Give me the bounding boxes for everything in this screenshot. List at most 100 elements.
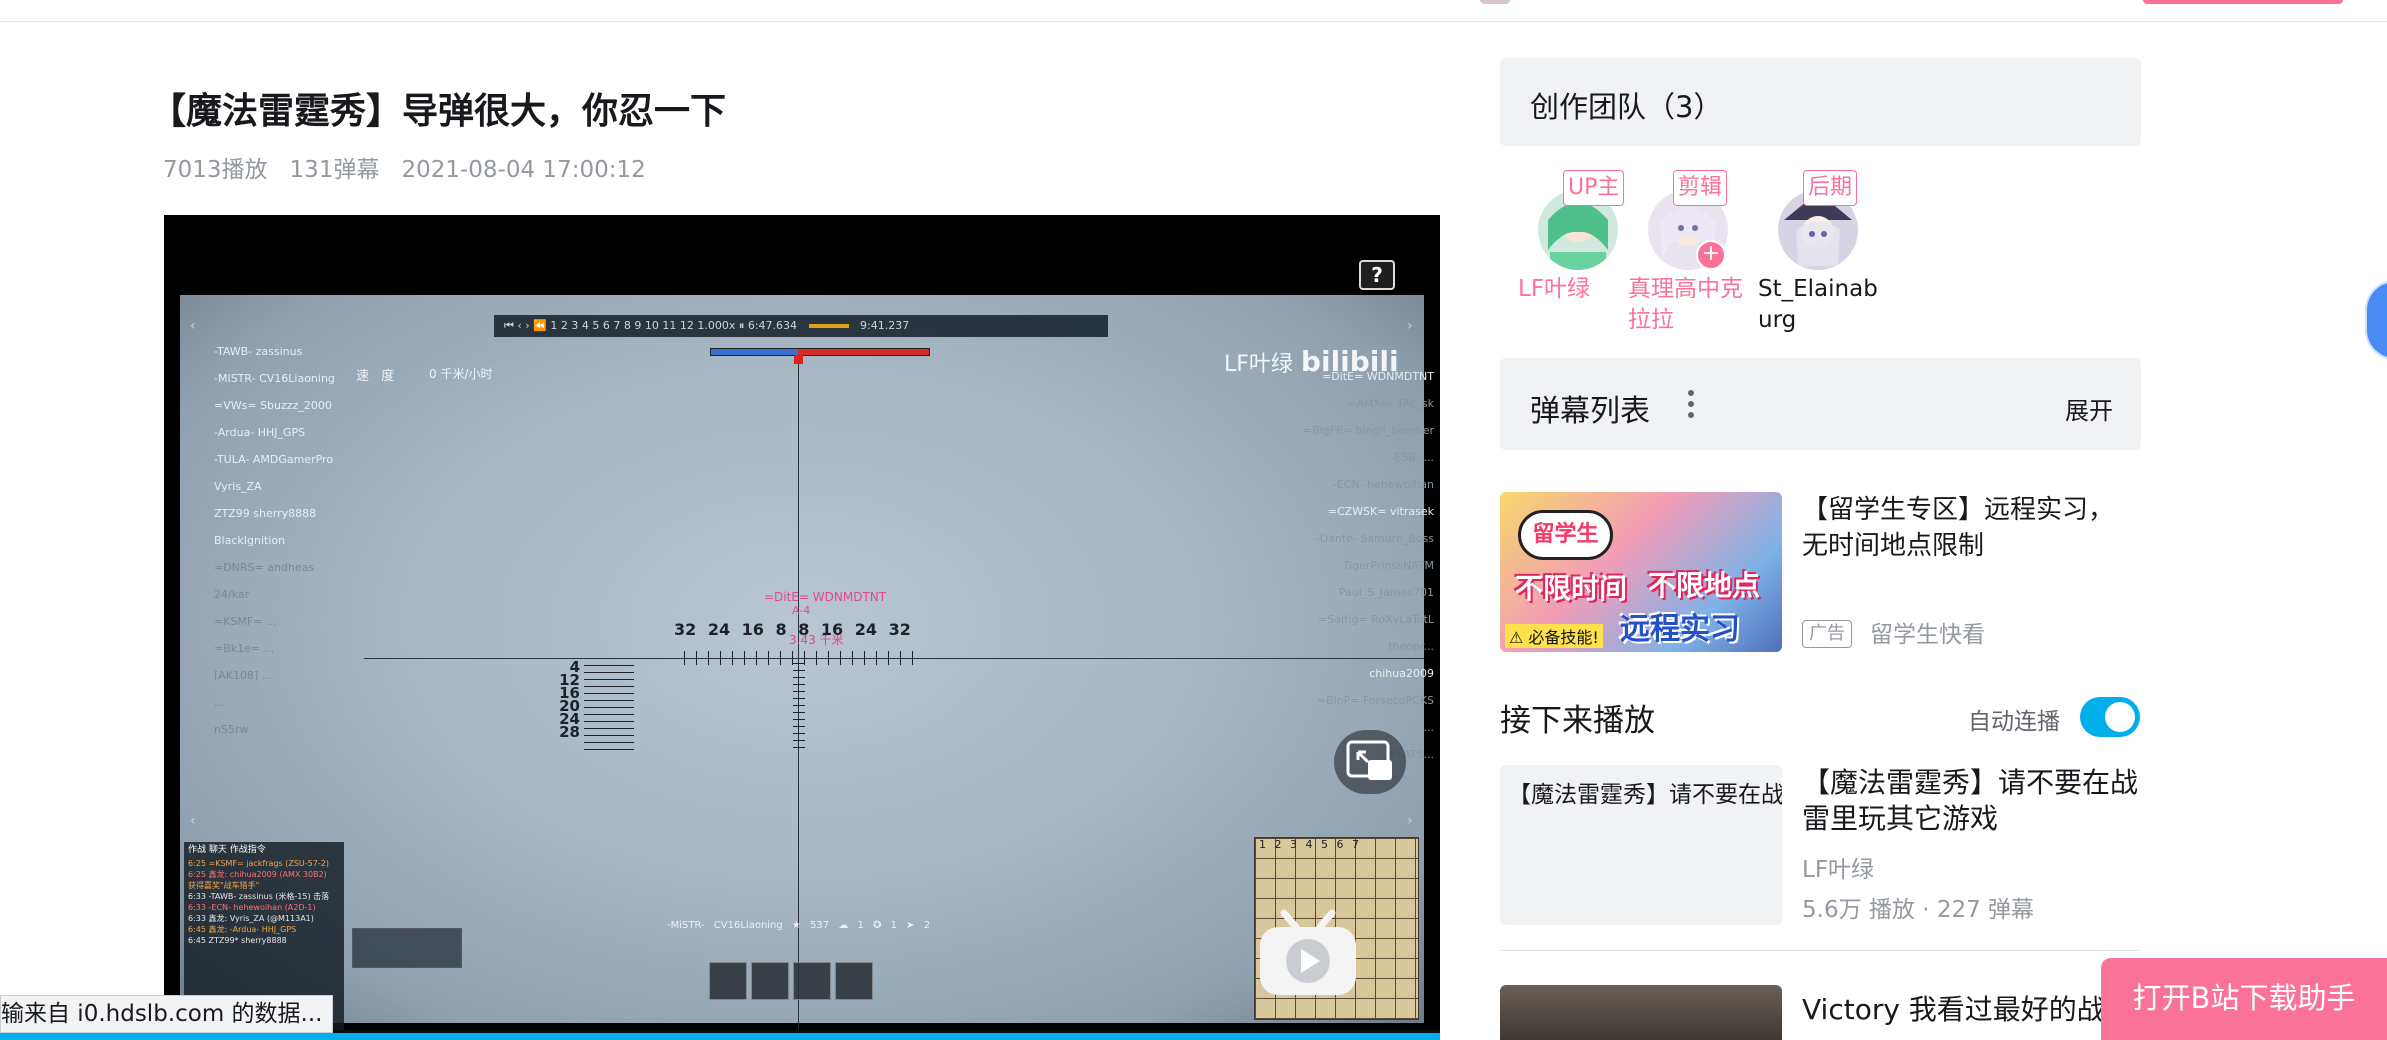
ad-thumb-text: 不限地点 xyxy=(1648,569,1761,602)
rewind-icon[interactable]: ⏮ ‹ › ⏪ 1 2 3 4 5 6 7 8 9 10 11 12 xyxy=(504,319,694,332)
ad-thumb-bubble: 留学生 xyxy=(1518,510,1613,560)
chat-line: 6:33 -ECN- hehewoihan (A2D-1) xyxy=(188,903,316,912)
ammo-slot xyxy=(709,962,747,1000)
vertical-scale-ticks xyxy=(793,663,805,753)
danmaku-list-title: 弹幕列表 xyxy=(1530,394,1650,429)
open-download-helper-button[interactable]: 打开B站下载助手 xyxy=(2101,958,2387,1040)
rec-stats: 5.6万 播放 · 227 弹幕 xyxy=(1802,897,2035,923)
list-item: -ESB- ... xyxy=(1390,451,1434,464)
target-type: A-4 xyxy=(792,604,811,617)
up-next-title: 接下来播放 xyxy=(1500,703,1655,739)
chevron-left-icon: ‹ xyxy=(190,813,196,829)
video-player[interactable]: ? ‹ › ‹ › ⏮ ‹ › ⏪ 1 2 3 4 5 6 7 8 9 10 1… xyxy=(164,215,1440,1040)
expand-button[interactable]: 展开 xyxy=(2065,391,2113,426)
rec-title[interactable]: Victory 我看过最好的战争 xyxy=(1802,988,2133,1028)
autoplay-label: 自动连播 xyxy=(1968,709,2060,735)
replay-end-time: 9:41.237 xyxy=(860,319,910,332)
replay-start-time: 6:47.634 xyxy=(747,319,798,332)
chevron-right-icon: › xyxy=(1407,813,1413,829)
list-item: -Dante- Samuro_Boss xyxy=(1315,532,1434,545)
list-item: =AMXI= TAL_sk xyxy=(1347,397,1434,410)
list-item: =BlnP= ForsecoPCKS xyxy=(1316,694,1434,707)
list-item: -Ardua- HHJ_GPS xyxy=(214,426,306,439)
divider xyxy=(1500,950,2141,951)
list-item: =BigFE= bingli_bomber xyxy=(1302,424,1434,437)
ammo-slot xyxy=(751,962,789,1000)
ammo-slot xyxy=(793,962,831,1000)
ammo-selector xyxy=(709,962,889,1002)
list-item: TigerPrinssNATM xyxy=(1342,559,1434,572)
chat-line: 6:33 鑫龙: Vyris_ZA (@M113A1) xyxy=(188,914,314,923)
more-options-icon[interactable] xyxy=(1688,390,1696,420)
list-item: nS5rw xyxy=(214,723,249,736)
publish-datetime: 2021-08-04 17:00:12 xyxy=(401,157,646,183)
list-item: -MISTR- CV16Liaoning xyxy=(214,372,335,385)
aim-marker xyxy=(794,355,803,364)
list-item: 24/kar xyxy=(214,588,250,601)
help-button[interactable]: ? xyxy=(1359,260,1395,290)
ad-card[interactable]: 留学生 不限时间 不限地点 远程实习 ⚠ 必备技能! 【留学生专区】远程实习，无… xyxy=(1500,492,2141,654)
ally-team-list: -TAWB- zassinus -MISTR- CV16Liaoning =VW… xyxy=(214,345,484,750)
list-item: Vyris_ZA xyxy=(214,480,262,493)
play-count: 7013播放 xyxy=(163,157,268,183)
replay-zoom: 1.000x xyxy=(697,319,736,332)
chat-header: 作战 聊天 作战指令 xyxy=(188,845,266,855)
rec-title[interactable]: 【魔法雷霆秀】请不要在战雷里玩其它游戏 xyxy=(1802,765,2142,837)
chevron-right-icon: › xyxy=(1407,318,1413,334)
replay-control-bar[interactable]: ⏮ ‹ › ⏪ 1 2 3 4 5 6 7 8 9 10 11 12 1.000… xyxy=(494,315,1108,337)
top-header-bar xyxy=(0,0,2387,22)
range-scale-ticks xyxy=(584,665,634,750)
ad-thumbnail[interactable]: 留学生 不限时间 不限地点 远程实习 ⚠ 必备技能! xyxy=(1500,492,1782,652)
team-score-bar xyxy=(710,348,930,356)
ad-badge: 广告 xyxy=(1802,620,1852,648)
list-item: Paul_S_James701 xyxy=(1338,586,1434,599)
autoplay-toggle[interactable] xyxy=(2080,697,2140,737)
browser-status-text: 输来自 i0.hdslb.com 的数据... xyxy=(0,995,334,1033)
list-item: =Bk1e= ... xyxy=(214,642,275,655)
list-item: [AK108] ... xyxy=(214,669,273,682)
member-name[interactable]: 真理高中克拉拉 xyxy=(1628,274,1760,336)
replay-timeline[interactable] xyxy=(808,324,849,328)
chat-line: 6:25 =KSMF= jackfrags (ZSU-57-2) xyxy=(188,859,329,868)
rec-author[interactable]: LF叶绿 xyxy=(1802,850,1874,884)
recommendation-card[interactable]: 【魔法雷霆秀】请不要在战 【魔法雷霆秀】请不要在战雷里玩其它游戏 LF叶绿 5.… xyxy=(1500,765,2141,925)
ammo-slot xyxy=(835,962,873,1000)
chat-line: 6:45 鑫龙: -Ardua- HHJ_GPS xyxy=(188,925,297,934)
upload-button[interactable] xyxy=(2143,0,2343,4)
role-badge: 后期 xyxy=(1803,170,1858,206)
list-item: theopr... xyxy=(1388,640,1434,653)
danmaku-count: 131弹幕 xyxy=(289,157,380,183)
bilibili-tv-icon xyxy=(1254,905,1362,1000)
ad-title[interactable]: 【留学生专区】远程实习，无时间地点限制 xyxy=(1802,492,2132,564)
creative-team-header: 创作团队（3） xyxy=(1500,58,2141,146)
list-item: -TAWB- zassinus xyxy=(214,345,303,358)
danmaku-list-header[interactable]: 弹幕列表 展开 xyxy=(1500,358,2141,450)
chevron-left-icon: ‹ xyxy=(190,318,196,334)
page-progress-strip xyxy=(0,1033,1440,1040)
list-item: =DNRS= andheas xyxy=(214,561,315,574)
list-item: =VWs= Sbuzzz_2000 xyxy=(214,399,332,412)
ad-thumb-text: 不限时间 xyxy=(1515,572,1628,605)
range-tick-label: 28 xyxy=(559,723,580,741)
video-title: 【魔法雷霆秀】导弹很大，你忍一下 xyxy=(150,91,727,132)
ad-thumb-text: 远程实习 xyxy=(1620,612,1740,647)
chat-line: 获得嘉奖"战车猎手" xyxy=(188,881,260,890)
side-float-tab[interactable] xyxy=(2365,280,2387,360)
ad-thumb-warning: ⚠ 必备技能! xyxy=(1505,624,1603,648)
picture-in-picture-button[interactable] xyxy=(1334,730,1406,794)
enemy-team-list: =DitE= WDNMDTNT =AMXI= TAL_sk =BigFE= bi… xyxy=(1234,370,1434,775)
list-item: -TULA- AMDGamerPro xyxy=(214,453,334,466)
member-name[interactable]: St_Elainaburg xyxy=(1758,274,1890,336)
rec-thumbnail[interactable]: 【魔法雷霆秀】请不要在战 xyxy=(1500,765,1782,925)
user-avatar[interactable] xyxy=(1480,0,1510,4)
rec-thumbnail[interactable] xyxy=(1500,985,1782,1040)
list-item: BlackIgnition xyxy=(214,534,286,547)
player-stats-line: -MiSTR- CV16Liaoning ★ 537 ☁ 1 ✪ 1 ➤ 2 xyxy=(667,920,931,931)
follow-plus-icon[interactable]: + xyxy=(1696,240,1726,270)
pip-icon xyxy=(1346,740,1392,780)
pause-icon[interactable]: ⏸ xyxy=(739,319,748,332)
list-item: =Saltig= RoXyLaTotL xyxy=(1318,613,1434,626)
ad-source[interactable]: 留学生快看 xyxy=(1870,620,1985,650)
vehicle-card xyxy=(352,928,462,968)
list-item: =KSMF= ... xyxy=(214,615,277,628)
